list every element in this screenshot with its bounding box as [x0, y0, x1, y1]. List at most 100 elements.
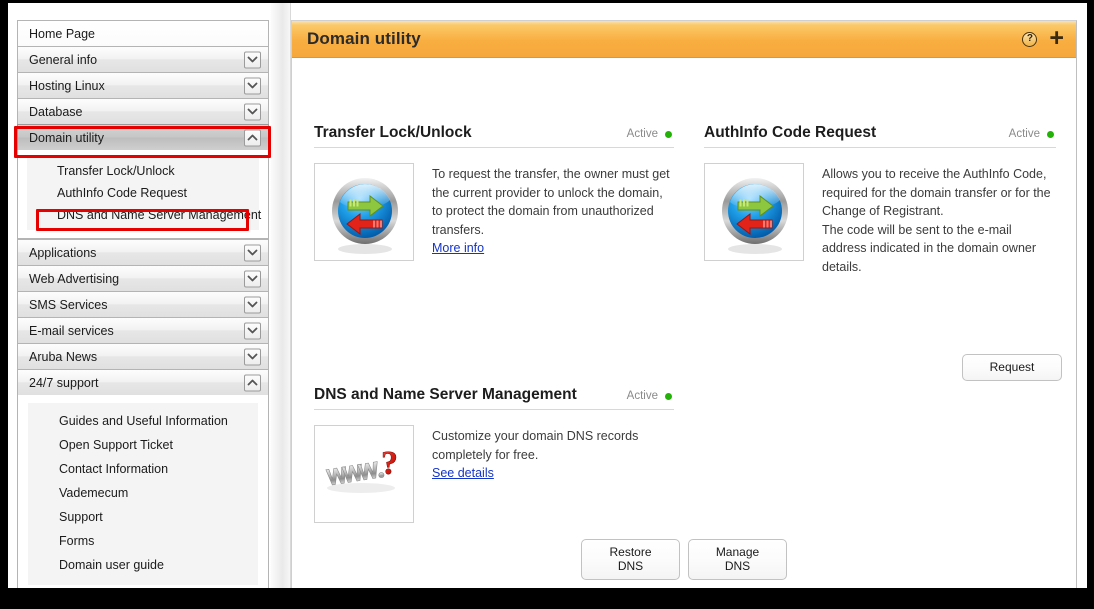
card-description-text: Customize your domain DNS records comple… [432, 429, 638, 462]
see-details-link[interactable]: See details [432, 466, 494, 480]
sidebar-subitem-support[interactable]: Support [28, 505, 258, 529]
sidebar-submenu-support: Guides and Useful Information Open Suppo… [17, 395, 269, 588]
sidebar-item-general-info[interactable]: General info [17, 46, 269, 72]
card-body: ? Customize your domain DNS records comp… [314, 425, 674, 523]
plus-icon[interactable]: + [1049, 26, 1064, 51]
sidebar-item-label: SMS Services [29, 298, 108, 312]
manage-dns-button[interactable]: Manage DNS [688, 539, 787, 580]
request-button[interactable]: Request [962, 354, 1062, 381]
card-description: Allows you to receive the AuthInfo Code,… [822, 163, 1056, 276]
sidebar-subitem-label: Open Support Ticket [59, 438, 173, 452]
chevron-down-icon[interactable] [244, 51, 261, 68]
card-description-text: To request the transfer, the owner must … [432, 167, 670, 237]
sidebar-subitem-label: Vademecum [59, 486, 128, 500]
status-dot-icon [665, 131, 672, 138]
transfer-arrows-icon [704, 163, 804, 261]
status-label: Active [627, 128, 658, 140]
sidebar-item-label: Hosting Linux [29, 79, 105, 93]
sidebar-subitem-guides-and-useful-information[interactable]: Guides and Useful Information [28, 409, 258, 433]
sidebar-subitem-domain-user-guide[interactable]: Domain user guide [28, 553, 258, 577]
sidebar-item-label: Aruba News [29, 350, 97, 364]
card-header: DNS and Name Server Management Active [314, 386, 674, 410]
www-question-icon: ? [314, 425, 414, 523]
status-badge: Active [627, 128, 674, 140]
help-question-icon[interactable]: ? [1022, 32, 1037, 47]
sidebar-subitem-label: Guides and Useful Information [59, 414, 228, 428]
sidebar-item-hosting-linux[interactable]: Hosting Linux [17, 72, 269, 98]
chevron-down-icon[interactable] [244, 103, 261, 120]
sidebar-nav: Home Page General info Hosting Linux Dat… [17, 20, 269, 588]
status-dot-icon [1047, 131, 1054, 138]
card-title: AuthInfo Code Request [704, 124, 876, 142]
submenu-inner: Transfer Lock/Unlock AuthInfo Code Reque… [27, 157, 259, 230]
sidebar-item-label: Home Page [29, 27, 95, 41]
status-badge: Active [1009, 128, 1056, 140]
submenu-inner: Guides and Useful Information Open Suppo… [28, 403, 258, 585]
sidebar-subitem-dns-and-name-server-management[interactable]: DNS and Name Server Management [27, 204, 259, 226]
sidebar-subitem-forms[interactable]: Forms [28, 529, 258, 553]
sidebar-subitem-vademecum[interactable]: Vademecum [28, 481, 258, 505]
screenshot-frame: Home Page General info Hosting Linux Dat… [0, 0, 1094, 609]
chevron-down-icon[interactable] [244, 348, 261, 365]
status-label: Active [1009, 128, 1040, 140]
sidebar-subitem-label: Forms [59, 534, 94, 548]
sidebar-subitem-authinfo-code-request[interactable]: AuthInfo Code Request [27, 182, 259, 204]
panel-content: Transfer Lock/Unlock Active [292, 58, 1076, 588]
card-description: Customize your domain DNS records comple… [432, 425, 674, 523]
sidebar-item-applications[interactable]: Applications [17, 239, 269, 265]
card-description-text-2: The code will be sent to the e-mail addr… [822, 223, 1036, 274]
sidebar-item-email-services[interactable]: E-mail services [17, 317, 269, 343]
sidebar-item-label: Database [29, 105, 83, 119]
main-panel: Domain utility ? + Transfer Lock/Unlock … [291, 20, 1077, 588]
card-header: Transfer Lock/Unlock Active [314, 124, 674, 148]
sidebar-item-label: 24/7 support [29, 376, 99, 390]
sidebar-item-domain-utility[interactable]: Domain utility [17, 124, 269, 150]
sidebar-item-web-advertising[interactable]: Web Advertising [17, 265, 269, 291]
page-title: Domain utility [292, 29, 421, 49]
sidebar-item-24-7-support[interactable]: 24/7 support [17, 369, 269, 395]
sidebar-subitem-label: DNS and Name Server Management [57, 208, 261, 222]
chevron-down-icon[interactable] [244, 270, 261, 287]
chevron-up-icon[interactable] [244, 374, 261, 391]
chevron-up-icon[interactable] [244, 129, 261, 146]
card-body: Allows you to receive the AuthInfo Code,… [704, 163, 1056, 276]
transfer-arrows-icon [314, 163, 414, 261]
sidebar-item-aruba-news[interactable]: Aruba News [17, 343, 269, 369]
sidebar-item-label: General info [29, 53, 97, 67]
chevron-down-icon[interactable] [244, 296, 261, 313]
sidebar-subitem-transfer-lock-unlock[interactable]: Transfer Lock/Unlock [27, 160, 259, 182]
panel-header-icons: ? + [1022, 21, 1064, 57]
card-body: To request the transfer, the owner must … [314, 163, 674, 261]
footer-button-group: Restore DNS Manage DNS [292, 539, 1076, 580]
sidebar-subitem-contact-information[interactable]: Contact Information [28, 457, 258, 481]
panel-header: Domain utility ? + [292, 21, 1076, 58]
card-title: DNS and Name Server Management [314, 386, 577, 404]
sidebar-subitem-label: Domain user guide [59, 558, 164, 572]
sidebar-subitem-open-support-ticket[interactable]: Open Support Ticket [28, 433, 258, 457]
status-dot-icon [665, 393, 672, 400]
app-page: Home Page General info Hosting Linux Dat… [8, 3, 1087, 588]
sidebar-item-label: Domain utility [29, 131, 104, 145]
card-transfer-lock-unlock: Transfer Lock/Unlock Active [314, 124, 674, 261]
sidebar-gutter [270, 3, 291, 588]
sidebar-subitem-label: AuthInfo Code Request [57, 186, 187, 200]
sidebar-item-label: Applications [29, 246, 96, 260]
status-label: Active [627, 390, 658, 402]
svg-text:?: ? [381, 445, 398, 482]
more-info-link[interactable]: More info [432, 241, 484, 255]
sidebar-item-label: Web Advertising [29, 272, 119, 286]
sidebar-item-home-page[interactable]: Home Page [17, 20, 269, 46]
card-title: Transfer Lock/Unlock [314, 124, 472, 142]
chevron-down-icon[interactable] [244, 77, 261, 94]
restore-dns-button[interactable]: Restore DNS [581, 539, 680, 580]
sidebar-item-database[interactable]: Database [17, 98, 269, 124]
sidebar-subitem-label: Contact Information [59, 462, 168, 476]
sidebar-item-sms-services[interactable]: SMS Services [17, 291, 269, 317]
chevron-down-icon[interactable] [244, 322, 261, 339]
card-dns-and-name-server-management: DNS and Name Server Management Active [314, 386, 674, 523]
card-header: AuthInfo Code Request Active [704, 124, 1056, 148]
chevron-down-icon[interactable] [244, 244, 261, 261]
sidebar-subitem-label: Transfer Lock/Unlock [57, 164, 175, 178]
sidebar-subitem-label: Support [59, 510, 103, 524]
sidebar-item-label: E-mail services [29, 324, 114, 338]
